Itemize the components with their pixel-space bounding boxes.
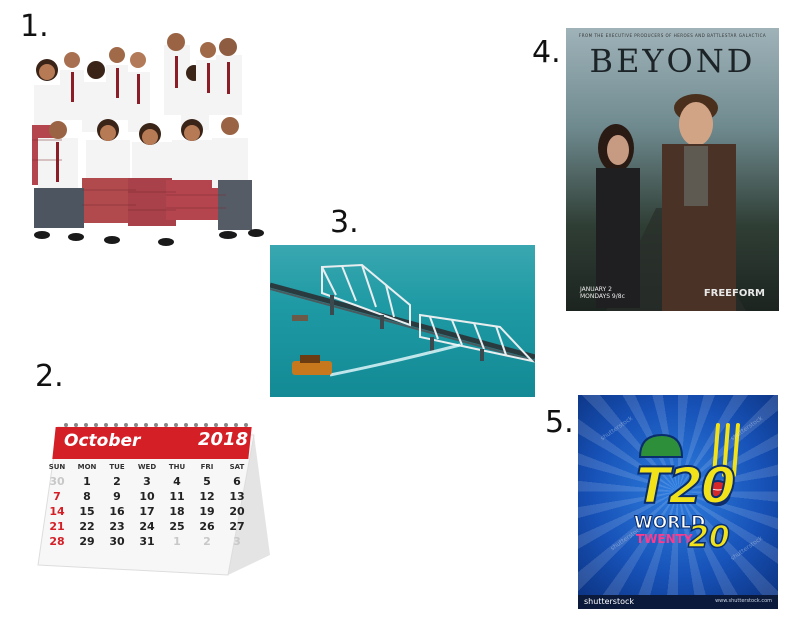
calendar-day: 9: [113, 490, 121, 503]
calendar-day: 18: [169, 505, 185, 518]
calendar-day: 12: [199, 490, 215, 503]
calendar-day: 27: [229, 520, 245, 533]
calendar-year: 2018: [198, 429, 249, 450]
calendar-day: 4: [173, 475, 181, 488]
shutterstock-logo: shutterstock: [584, 597, 635, 606]
calendar-day: 19: [199, 505, 215, 518]
calendar-day: 29: [79, 535, 95, 548]
calendar-day: 3: [233, 535, 241, 548]
weekday-label: MON: [77, 462, 97, 471]
calendar-day: 26: [199, 520, 215, 533]
twenty-text: TWENTY: [636, 532, 693, 546]
calendar-day: 25: [169, 520, 185, 533]
label-5: 5.: [545, 405, 574, 440]
calendar-day: 28: [49, 535, 65, 548]
shutterstock-footer: shutterstock www.shutterstock.com: [578, 595, 778, 609]
weekday-label: SAT: [229, 462, 245, 471]
calendar-day: 7: [53, 490, 61, 503]
calendar-grid: SUN MON TUE WED THU FRI SAT 30 1 2 3 4 5…: [42, 459, 254, 549]
calendar-day: 2: [113, 475, 121, 488]
weekday-label: FRI: [200, 462, 214, 471]
students-group-image: [16, 30, 282, 252]
calendar-week-row: 7 8 9 10 11 12 13: [42, 489, 254, 504]
label-2: 2.: [35, 359, 64, 394]
poster-date: JANUARY 2 MONDAYS 9/8c: [580, 286, 625, 301]
shutterstock-url: www.shutterstock.com: [715, 598, 772, 604]
weekday-label: TUE: [109, 462, 125, 471]
calendar-week-row: 14 15 16 17 18 19 20: [42, 504, 254, 519]
calendar-day: 17: [139, 505, 155, 518]
weekday-label: THU: [168, 462, 186, 471]
calendar-day: 6: [233, 475, 241, 488]
t20-text: T20: [635, 456, 737, 516]
calendar-week-row: 30 1 2 3 4 5 6: [42, 474, 254, 489]
label-3: 3.: [330, 205, 359, 240]
calendar-day: 5: [203, 475, 211, 488]
calendar-day: 10: [139, 490, 155, 503]
t20-world-cup-logo-image: shutterstock shutterstock shutterstock s…: [578, 395, 778, 609]
calendar-week-row: 21 22 23 24 25 26 27: [42, 519, 254, 534]
weekday-label: SUN: [48, 462, 66, 471]
calendar-day: 8: [83, 490, 91, 503]
calendar-day: 31: [139, 535, 155, 548]
calendar-day: 30: [109, 535, 125, 548]
calendar-image: October 2018 SUN MON TUE WED THU FRI SAT…: [18, 405, 278, 585]
calendar-day: 23: [109, 520, 125, 533]
calendar-month: October: [64, 431, 141, 451]
calendar-day: 21: [49, 520, 65, 533]
calendar-day: 2: [203, 535, 211, 548]
calendar-day: 1: [83, 475, 91, 488]
twenty-number-text: 20: [687, 519, 730, 556]
beyond-poster: FROM THE EXECUTIVE PRODUCERS OF HEROES A…: [566, 28, 779, 311]
calendar-day: 3: [143, 475, 151, 488]
label-4: 4.: [532, 35, 561, 70]
bridge-photo: [270, 245, 535, 397]
calendar-weekday-row: SUN MON TUE WED THU FRI SAT: [42, 459, 254, 474]
calendar-day: 13: [229, 490, 245, 503]
calendar-day: 1: [173, 535, 181, 548]
weekday-label: WED: [137, 462, 157, 471]
calendar-week-row: 28 29 30 31 1 2 3: [42, 534, 254, 549]
freeform-logo: FREEFORM: [703, 288, 765, 299]
calendar-day: 16: [109, 505, 125, 518]
calendar-day: 14: [49, 505, 65, 518]
calendar-day: 24: [139, 520, 155, 533]
calendar-day: 15: [79, 505, 95, 518]
calendar-day: 11: [169, 490, 185, 503]
calendar-day: 20: [229, 505, 245, 518]
calendar-day: 30: [49, 475, 65, 488]
calendar-day: 22: [79, 520, 95, 533]
